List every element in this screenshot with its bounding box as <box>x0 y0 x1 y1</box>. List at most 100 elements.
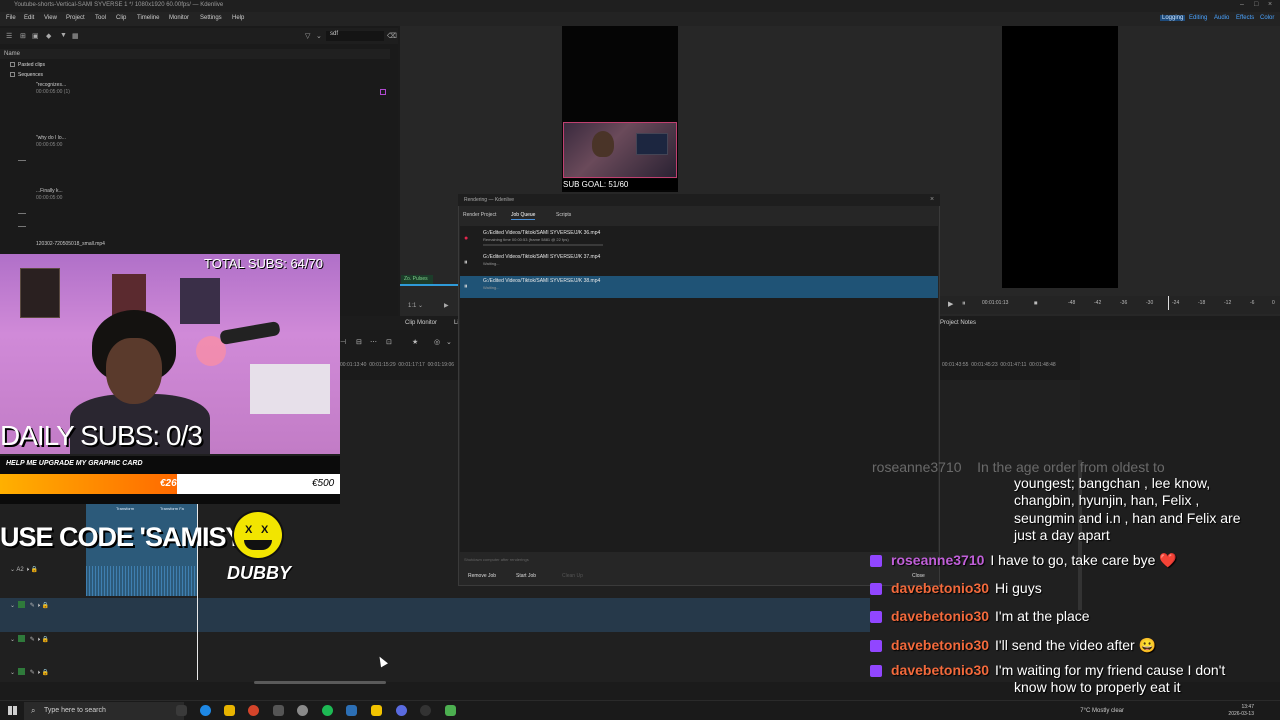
shutdown-checkbox[interactable]: Shutdown computer after renderings <box>464 557 529 562</box>
track-target-icon[interactable] <box>18 601 26 608</box>
task-view-icon[interactable] <box>176 705 187 716</box>
obs-icon[interactable] <box>420 705 431 716</box>
menu-clip[interactable]: Clip <box>116 15 126 21</box>
grid-icon[interactable]: ▦ <box>72 32 79 40</box>
folder-sequences[interactable]: Sequences <box>10 72 43 78</box>
app-icon[interactable] <box>396 705 407 716</box>
app-icon[interactable] <box>273 705 284 716</box>
start-job-button[interactable]: Start Job <box>510 570 542 582</box>
menu-edit[interactable]: Edit <box>24 15 34 21</box>
menu-file[interactable]: File <box>6 15 16 21</box>
insert-icon[interactable]: ⊣ <box>340 338 346 346</box>
job-status: Waiting... <box>483 261 500 266</box>
app-icon[interactable] <box>445 705 456 716</box>
track-target-icon[interactable] <box>18 635 26 642</box>
bin-clip[interactable]: 120302-720505018_small.mp4 <box>36 241 105 248</box>
job-row[interactable]: ● G:/Edited Videos/Tiktok/SAMI SYVERSE/J… <box>460 228 938 250</box>
menu-view[interactable]: View <box>44 15 57 21</box>
play-icon[interactable]: ▶ <box>948 300 953 308</box>
monitor-ruler[interactable]: ▶ ⏸ 00:01:01:13 ⏹ -48 -42 -36 -30 -24 -1… <box>940 296 1280 314</box>
bin-column-name[interactable]: Name <box>0 49 390 59</box>
overwrite-icon[interactable]: ⊟ <box>356 338 362 346</box>
clip-name: "why do I lo... <box>36 135 66 141</box>
project-monitor-view[interactable] <box>1002 26 1118 288</box>
track-header-a2[interactable]: ⌄ A2 🕨 🔒 <box>10 566 38 574</box>
clear-search-icon[interactable]: ⌫ <box>387 32 397 40</box>
file-explorer-icon[interactable] <box>224 705 235 716</box>
chat-text: Hi guys <box>995 580 1042 596</box>
layout-logging[interactable]: Logging <box>1160 15 1186 21</box>
track-header[interactable]: ⌄ ✎ 🕨 🔒 <box>10 635 49 644</box>
windows-start-icon[interactable] <box>8 706 17 715</box>
layout-editing[interactable]: Editing <box>1189 15 1207 21</box>
job-progress <box>483 244 603 246</box>
bin-clip[interactable]: ...Finally k... 00:00:05:00 <box>36 188 63 202</box>
zoom-select[interactable]: 1:1 ⌄ <box>408 302 423 309</box>
pause-icon[interactable]: ⏸ <box>962 300 966 308</box>
remove-job-button[interactable]: Remove Job <box>462 570 502 582</box>
job-row[interactable]: ⏸ G:/Edited Videos/Tiktok/SAMI SYVERSE/J… <box>460 252 938 274</box>
folder-expand-icon[interactable] <box>10 72 15 77</box>
minimize-icon[interactable]: – <box>1240 1 1244 8</box>
folder-pasted-clips[interactable]: Pasted clips <box>10 62 45 68</box>
extract-icon[interactable]: ⋯ <box>370 338 377 346</box>
timeline-ruler-left[interactable]: 00:01:13:40 00:01:15:29 00:01:17:17 00:0… <box>340 362 454 372</box>
lift-icon[interactable]: ⊡ <box>386 338 392 346</box>
folder-icon[interactable]: ▣ <box>32 32 39 40</box>
edge-icon[interactable] <box>200 705 211 716</box>
tab-render-project[interactable]: Render Project <box>463 212 496 218</box>
chrome-icon[interactable] <box>248 705 259 716</box>
taskbar-search[interactable]: ⌕ Type here to search <box>24 702 184 720</box>
spotify-icon[interactable] <box>322 705 333 716</box>
menu-timeline[interactable]: Timeline <box>137 15 159 21</box>
timeline-scrollbar[interactable] <box>254 681 386 684</box>
folder-expand-icon[interactable] <box>10 62 15 67</box>
layout-effects[interactable]: Effects <box>1236 15 1254 21</box>
monitor-timecode[interactable]: 00:01:01:13 <box>982 300 1008 306</box>
menu-project[interactable]: Project <box>66 15 85 21</box>
favorite-icon[interactable]: ★ <box>412 338 418 346</box>
layout-audio[interactable]: Audio <box>1214 15 1229 21</box>
filter-icon[interactable]: ▽ <box>305 32 310 40</box>
track-target-icon[interactable] <box>18 668 26 675</box>
mute-icon[interactable]: 🕨 <box>25 567 29 573</box>
logo-mouth <box>244 540 272 550</box>
tab-scripts[interactable]: Scripts <box>556 212 571 218</box>
marker-icon[interactable]: ▼ <box>60 32 67 39</box>
bin-clip[interactable]: "why do I lo... 00:00:05:00 <box>36 135 66 149</box>
tab-job-queue[interactable]: Job Queue <box>511 212 536 220</box>
notes-icon[interactable] <box>371 705 382 716</box>
track-header[interactable]: ⌄ ✎ 🕨 🔒 <box>10 668 49 677</box>
menu-help[interactable]: Help <box>232 15 244 21</box>
tab-project-notes[interactable]: Project Notes <box>940 320 976 326</box>
monitor-play-icon[interactable]: ▶ <box>444 302 449 309</box>
bin-search-input[interactable]: sdf <box>326 31 384 41</box>
dialog-close-icon[interactable]: × <box>930 196 934 203</box>
close-icon[interactable]: × <box>1268 1 1272 8</box>
menu-tool[interactable]: Tool <box>95 15 106 21</box>
chevron-down-icon[interactable]: ⌄ <box>446 338 452 346</box>
job-row[interactable]: ⏸ G:/Edited Videos/Tiktok/SAMI SYVERSE/J… <box>460 276 938 298</box>
maximize-icon[interactable]: □ <box>1254 1 1258 8</box>
weather-widget[interactable]: 7°C Mostly clear <box>1080 708 1124 714</box>
clean-up-button[interactable]: Clean Up <box>556 570 589 582</box>
track-header[interactable]: ⌄ ✎ 🕨 🔒 <box>10 601 49 610</box>
stop-icon[interactable]: ⏹ <box>1034 300 1038 308</box>
add-clip-icon[interactable]: ⊞ <box>20 32 26 40</box>
tag-icon[interactable]: ◆ <box>46 32 51 40</box>
chevron-down-icon[interactable]: ⌄ <box>316 32 322 40</box>
menu-settings[interactable]: Settings <box>200 15 222 21</box>
menu-icon[interactable]: ☰ <box>6 32 12 40</box>
kdenlive-icon[interactable] <box>346 705 357 716</box>
timeline-ruler-right[interactable]: 00:01:43:55 00:01:45:23 00:01:47:11 00:0… <box>942 362 1056 372</box>
chrome-icon[interactable] <box>297 705 308 716</box>
selected-track[interactable] <box>0 598 870 632</box>
menu-monitor[interactable]: Monitor <box>169 15 189 21</box>
clock[interactable]: 13:47 2026-03-13 <box>1228 704 1254 718</box>
target-icon[interactable]: ◎ <box>434 338 440 346</box>
monitor-playhead[interactable] <box>1168 296 1169 310</box>
tab-clip-monitor[interactable]: Clip Monitor <box>405 320 437 326</box>
bin-clip[interactable]: "recognizes... 00:00:05:00 (1) <box>36 82 70 96</box>
layout-color[interactable]: Color <box>1260 15 1274 21</box>
donation-goal-fill <box>0 474 177 494</box>
